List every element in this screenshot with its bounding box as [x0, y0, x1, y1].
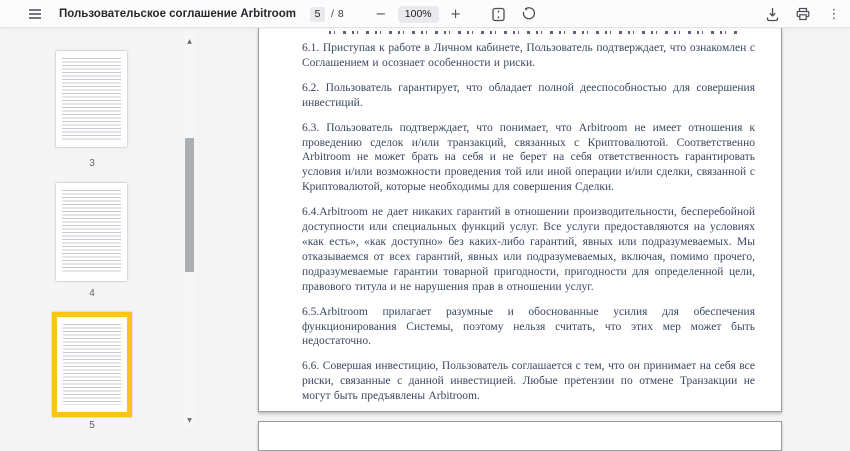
download-button[interactable]	[762, 4, 782, 24]
kebab-menu-icon: ⋮	[828, 7, 841, 22]
scroll-down-icon: ▼	[187, 417, 192, 424]
zoom-level-badge: 100%	[398, 6, 439, 23]
document-title: Пользовательское соглашение Arbitroom	[59, 8, 296, 20]
print-button[interactable]	[793, 4, 813, 24]
rotate-ccw-icon	[521, 7, 535, 21]
zoom-out-button[interactable]: −	[371, 4, 391, 24]
fit-to-page-button[interactable]	[489, 4, 509, 24]
thumbnail-label-3: 3	[52, 158, 132, 169]
thumbnail-page-5-current[interactable]	[52, 312, 132, 417]
agreement-paragraph-6-4: 6.4.Arbitroom не дает никаких гарантий в…	[302, 205, 755, 294]
scroll-up-icon: ▲	[187, 38, 192, 45]
thumbnail-label-5: 5	[52, 420, 132, 431]
thumbnail-text-lines	[63, 324, 121, 405]
scroll-down-button[interactable]: ▼	[184, 414, 195, 426]
clipped-text-line	[329, 31, 737, 34]
rotate-button[interactable]	[518, 4, 538, 24]
agreement-paragraph-6-5: 6.5.Arbitroom прилагает разумные и обосн…	[302, 305, 755, 350]
print-icon	[796, 7, 810, 21]
fit-page-icon	[492, 7, 505, 22]
download-icon	[766, 7, 779, 22]
pdf-page-6	[258, 421, 782, 451]
agreement-paragraph-6-2: 6.2. Пользователь гарантирует, что облад…	[302, 81, 755, 111]
thumbnail-page-3[interactable]	[56, 51, 127, 147]
sidebar-scrollbar[interactable]: ▲ ▼	[184, 28, 195, 427]
hamburger-menu-icon	[29, 9, 41, 19]
thumbnail-sidebar: 3 4 5 ▲ ▼	[0, 28, 200, 427]
more-options-button[interactable]: ⋮	[824, 4, 844, 24]
agreement-paragraph-6-1: 6.1. Приступая к работе в Личном кабинет…	[302, 41, 755, 71]
thumbnail-label-4: 4	[52, 288, 132, 299]
plus-icon: +	[450, 8, 461, 21]
zoom-in-button[interactable]: +	[446, 4, 466, 24]
thumbnail-text-lines	[62, 190, 121, 274]
minus-icon: −	[375, 8, 386, 21]
pdf-toolbar: Пользовательское соглашение Arbitroom 5 …	[0, 0, 850, 28]
pdf-page-5: 6.1. Приступая к работе в Личном кабинет…	[258, 28, 782, 412]
page-divider: /	[331, 8, 334, 20]
agreement-paragraph-6-3: 6.3. Пользователь подтверждает, что пони…	[302, 121, 755, 196]
page-count: 8	[338, 8, 344, 20]
thumbnail-text-lines	[62, 58, 121, 140]
page-number-field[interactable]: 5	[310, 7, 325, 22]
agreement-paragraph-6-6: 6.6. Совершая инвестицию, Пользователь с…	[302, 359, 755, 404]
menu-button[interactable]	[25, 4, 45, 24]
scroll-up-button[interactable]: ▲	[184, 35, 195, 47]
sidebar-scrollbar-thumb[interactable]	[185, 138, 194, 272]
thumbnail-page-4[interactable]	[56, 183, 127, 281]
